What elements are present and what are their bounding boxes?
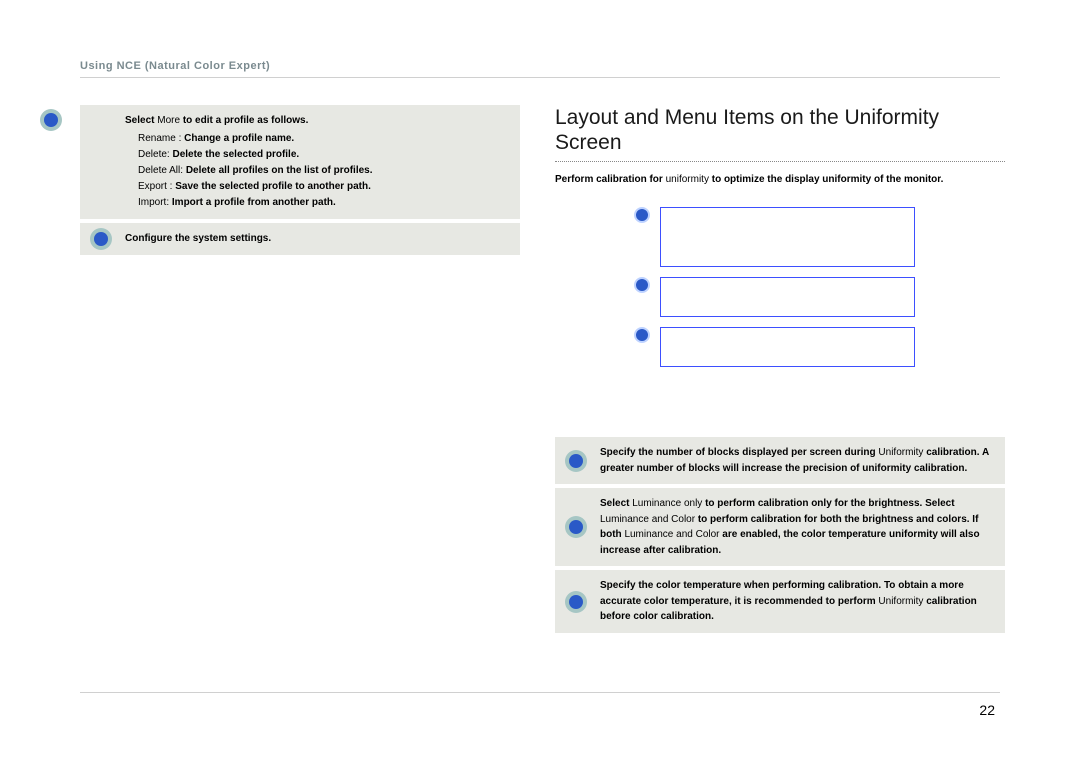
- colortemp-info-box: Specify the color temperature when perfo…: [555, 570, 1005, 633]
- intro-strong-1: Perform calibration for: [555, 174, 663, 185]
- box3-c1: Uniformity: [878, 596, 923, 607]
- bullet-dot-icon: [569, 595, 583, 609]
- more-item-export: Export : Save the selected profile to an…: [138, 179, 510, 195]
- bullet-dot-icon: [569, 520, 583, 534]
- bullet-icon: [90, 228, 112, 250]
- intro-strong-2: to optimize the display uniformity of th…: [712, 174, 944, 185]
- item-desc: Delete all profiles on the list of profi…: [186, 165, 373, 176]
- dotted-separator: [555, 161, 1005, 162]
- uniformity-diagram: [620, 207, 940, 407]
- item-name: Delete: [138, 149, 167, 160]
- bullet-dot-icon: [94, 232, 108, 246]
- more-profile-box: Select More to edit a profile as follows…: [80, 105, 520, 219]
- blocks-info-box: Specify the number of blocks displayed p…: [555, 437, 1005, 484]
- bullet-icon: [565, 450, 587, 472]
- diagram-dot-1-icon: [634, 207, 650, 223]
- box2-t2: to perform calibration only for the brig…: [705, 498, 954, 509]
- right-column: Layout and Menu Items on the Uniformity …: [555, 105, 1005, 637]
- diagram-dot-3-icon: [634, 327, 650, 343]
- more-item-delete: Delete: Delete the selected profile.: [138, 147, 510, 163]
- item-name: Delete All: [138, 165, 180, 176]
- bullet-dot-icon: [569, 454, 583, 468]
- lead-code: More: [157, 115, 180, 126]
- luminance-info-box: Select Luminance only to perform calibra…: [555, 488, 1005, 566]
- bullet-icon: [565, 516, 587, 538]
- lead-strong: Select: [125, 115, 154, 126]
- box2-c3: Luminance and Color: [624, 529, 719, 540]
- breadcrumb: Using NCE (Natural Color Expert): [80, 60, 270, 72]
- item-desc: Delete the selected profile.: [172, 149, 299, 160]
- intro-line: Perform calibration for uniformity to op…: [555, 172, 1005, 187]
- footer-rule: [80, 692, 1000, 693]
- item-sep: :: [167, 181, 175, 192]
- diagram-box-1: [660, 207, 915, 267]
- more-item-rename: Rename : Change a profile name.: [138, 131, 510, 147]
- page-number: 22: [979, 702, 995, 718]
- bullet-dot-icon: [44, 113, 58, 127]
- box1-t1: Specify the number of blocks displayed p…: [600, 447, 878, 458]
- more-item-import: Import: Import a profile from another pa…: [138, 195, 510, 211]
- item-desc: Change a profile name.: [184, 133, 294, 144]
- box2-c2: Luminance and Color: [600, 514, 695, 525]
- header-rule: [80, 77, 1000, 78]
- left-column: Select More to edit a profile as follows…: [80, 105, 520, 259]
- item-desc: Import a profile from another path.: [172, 197, 336, 208]
- item-sep: :: [176, 133, 184, 144]
- lead-tail: to edit a profile as follows.: [183, 115, 309, 126]
- more-item-delete-all: Delete All: Delete all profiles on the l…: [138, 163, 510, 179]
- diagram-box-2: [660, 277, 915, 317]
- page-inner: Using NCE (Natural Color Expert) Select …: [25, 25, 1055, 738]
- diagram-box-3: [660, 327, 915, 367]
- item-name: Import: [138, 197, 166, 208]
- settings-text: Configure the system settings.: [125, 233, 271, 244]
- section-title: Layout and Menu Items on the Uniformity …: [555, 105, 1005, 155]
- intro-code: uniformity: [666, 174, 709, 185]
- bullet-icon: [565, 591, 587, 613]
- box1-c1: Uniformity: [878, 447, 923, 458]
- item-name: Rename: [138, 133, 176, 144]
- settings-box: Configure the system settings.: [80, 223, 520, 255]
- page-outer: Using NCE (Natural Color Expert) Select …: [0, 0, 1080, 763]
- bullet-icon: [40, 109, 62, 131]
- item-name: Export: [138, 181, 167, 192]
- box2-c1: Luminance only: [632, 498, 702, 509]
- diagram-dot-2-icon: [634, 277, 650, 293]
- box2-t1: Select: [600, 498, 629, 509]
- item-desc: Save the selected profile to another pat…: [175, 181, 371, 192]
- more-box-lead: Select More to edit a profile as follows…: [125, 113, 510, 129]
